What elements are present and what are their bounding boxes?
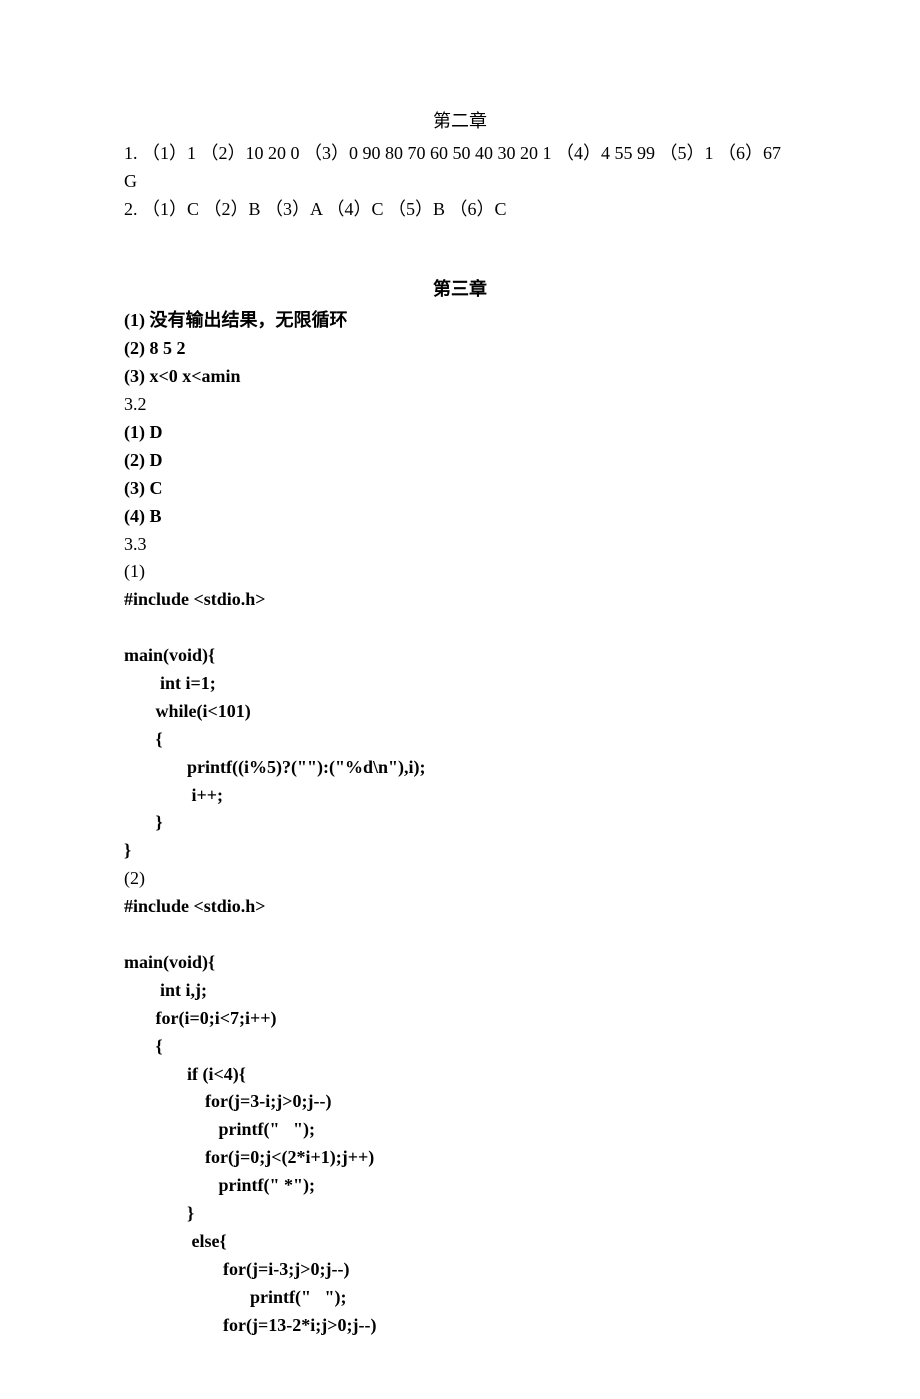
chapter2-title: 第二章: [124, 108, 796, 136]
ch3-line-11: (2): [124, 865, 796, 893]
code-block-2: #include <stdio.h> main(void){ int i,j; …: [124, 893, 796, 1339]
ch3-line-7: (3) C: [124, 475, 796, 503]
ch3-line-3: (3) x<0 x<amin: [124, 363, 796, 391]
ch3-line-5: (1) D: [124, 419, 796, 447]
ch3-line-9: 3.3: [124, 531, 796, 559]
section-gap: [124, 224, 796, 276]
ch3-line-1: (1) 没有输出结果，无限循环: [124, 307, 796, 335]
ch3-line-4: 3.2: [124, 391, 796, 419]
ch3-line-2: (2) 8 5 2: [124, 335, 796, 363]
ch3-line-8: (4) B: [124, 503, 796, 531]
ch3-line-6: (2) D: [124, 447, 796, 475]
ch3-line-10: (1): [124, 558, 796, 586]
document-page: 第二章 1. （1）1 （2）10 20 0 （3）0 90 80 70 60 …: [0, 0, 920, 1399]
chapter2-q2: 2. （1）C （2）B （3）A （4）C （5）B （6）C: [124, 196, 796, 224]
code-block-1: #include <stdio.h> main(void){ int i=1; …: [124, 586, 796, 865]
chapter2-q1: 1. （1）1 （2）10 20 0 （3）0 90 80 70 60 50 4…: [124, 140, 796, 196]
chapter3-title: 第三章: [124, 276, 796, 304]
